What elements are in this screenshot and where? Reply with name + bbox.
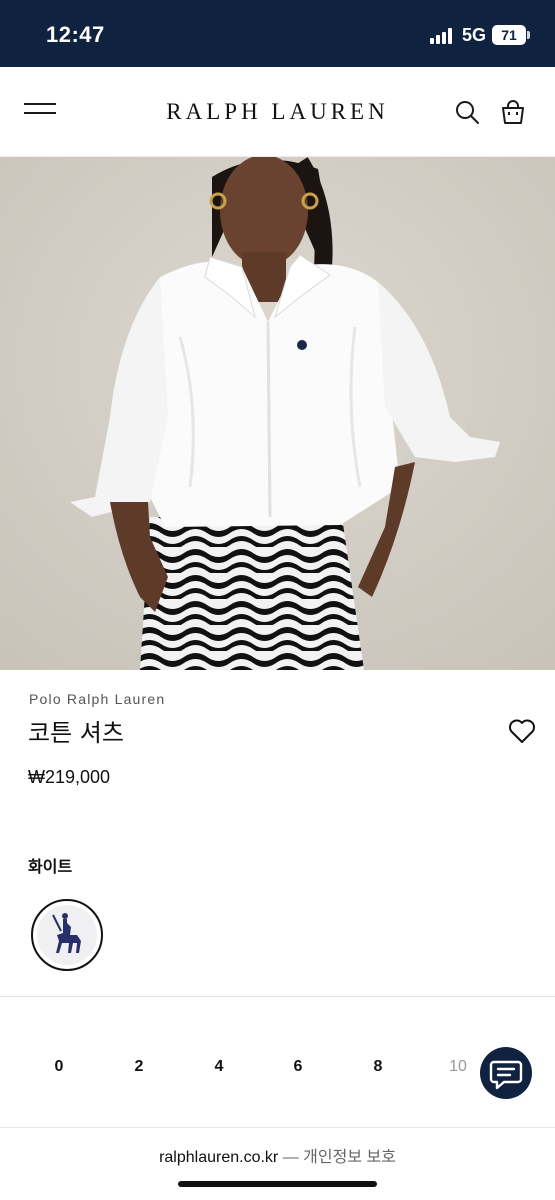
size-option[interactable]: 6 bbox=[278, 1058, 318, 1076]
footer-separator: — bbox=[282, 1149, 299, 1166]
size-option[interactable]: 8 bbox=[358, 1058, 398, 1076]
status-time: 12:47 bbox=[46, 22, 105, 47]
size-option[interactable]: 2 bbox=[119, 1058, 159, 1076]
site-header: RALPH LAUREN bbox=[0, 67, 555, 157]
privacy-link[interactable]: 개인정보 보호 bbox=[303, 1149, 396, 1166]
home-indicator[interactable] bbox=[178, 1181, 377, 1187]
site-domain: ralphlauren.co.kr bbox=[159, 1149, 279, 1166]
size-selector: 0 2 4 6 8 10 bbox=[0, 1058, 555, 1082]
color-swatch-white[interactable] bbox=[31, 899, 103, 971]
browser-url-bar[interactable]: ralphlauren.co.kr — 개인정보 보호 bbox=[0, 1143, 555, 1167]
product-brand[interactable]: Polo Ralph Lauren bbox=[29, 691, 165, 707]
size-option[interactable]: 0 bbox=[39, 1058, 79, 1076]
signal-icon bbox=[430, 28, 456, 44]
status-bar: 12:47 5G 71 bbox=[0, 0, 555, 67]
network-type: 5G bbox=[462, 25, 487, 45]
shopping-bag-icon[interactable] bbox=[500, 99, 526, 125]
heart-icon[interactable] bbox=[507, 716, 537, 746]
section-divider bbox=[0, 996, 555, 997]
size-option[interactable]: 4 bbox=[199, 1058, 239, 1076]
model-in-white-shirt-photo bbox=[0, 157, 555, 670]
footer-divider bbox=[0, 1127, 555, 1128]
product-title: 코튼 셔츠 bbox=[28, 719, 124, 747]
polo-pony-icon bbox=[37, 905, 97, 965]
product-price: ₩219,000 bbox=[28, 767, 111, 787]
battery-nub bbox=[527, 31, 530, 39]
battery-icon: 71 bbox=[492, 25, 526, 45]
search-icon[interactable] bbox=[454, 99, 480, 125]
product-image[interactable] bbox=[0, 157, 555, 670]
chat-icon[interactable] bbox=[480, 1047, 532, 1099]
size-option[interactable]: 10 bbox=[438, 1058, 478, 1076]
selected-color-label: 화이트 bbox=[28, 857, 73, 876]
